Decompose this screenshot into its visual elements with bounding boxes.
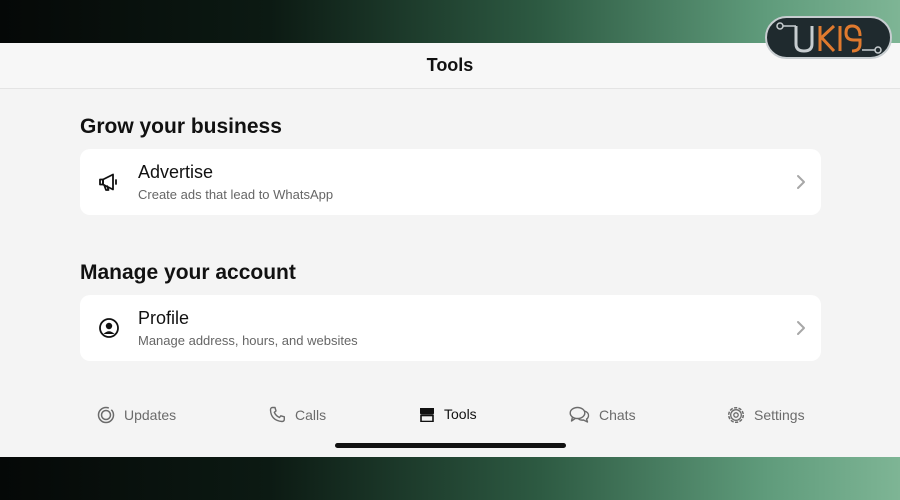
page-title: Tools [426,55,474,75]
tab-calls-label: Calls [295,406,327,423]
advertise-row[interactable]: Advertise Create ads that lead to WhatsA… [80,149,821,215]
tab-settings[interactable]: Settings [727,406,805,424]
tab-updates[interactable]: Updates [97,406,176,424]
profile-title: Profile [138,307,190,328]
profile-row[interactable]: Profile Manage address, hours, and websi… [80,295,821,361]
tab-settings-label: Settings [754,407,805,423]
tab-chats[interactable]: Chats [569,406,636,423]
nav-header: Tools [0,43,900,89]
profile-subtitle: Manage address, hours, and websites [138,332,358,348]
chat-bubbles-icon [569,406,590,423]
tab-calls[interactable]: Calls [269,406,326,423]
tab-updates-label: Updates [124,407,177,423]
advertise-title: Advertise [138,161,214,182]
tab-tools[interactable]: Tools [419,406,477,422]
gear-icon [727,406,745,424]
store-icon [420,407,434,422]
megaphone-icon [80,149,138,215]
tab-bar: Updates Calls Tools Chats Settings [0,398,900,438]
tab-chats-label: Chats [599,406,636,423]
app-screen: Tools Grow your business Advertise Creat… [0,43,900,457]
logo-lettering-icon [775,21,882,54]
advertise-subtitle: Create ads that lead to WhatsApp [138,186,334,202]
section-title-grow-business: Grow your business [80,115,282,138]
chevron-right-icon [781,174,821,190]
watermark-logo [765,16,892,59]
phone-icon [269,406,285,423]
updates-icon [97,406,115,424]
chevron-right-icon [781,320,821,336]
section-title-manage-account: Manage your account [80,261,296,284]
home-indicator [335,443,566,448]
profile-icon [80,295,138,361]
tab-tools-label: Tools [444,406,477,422]
